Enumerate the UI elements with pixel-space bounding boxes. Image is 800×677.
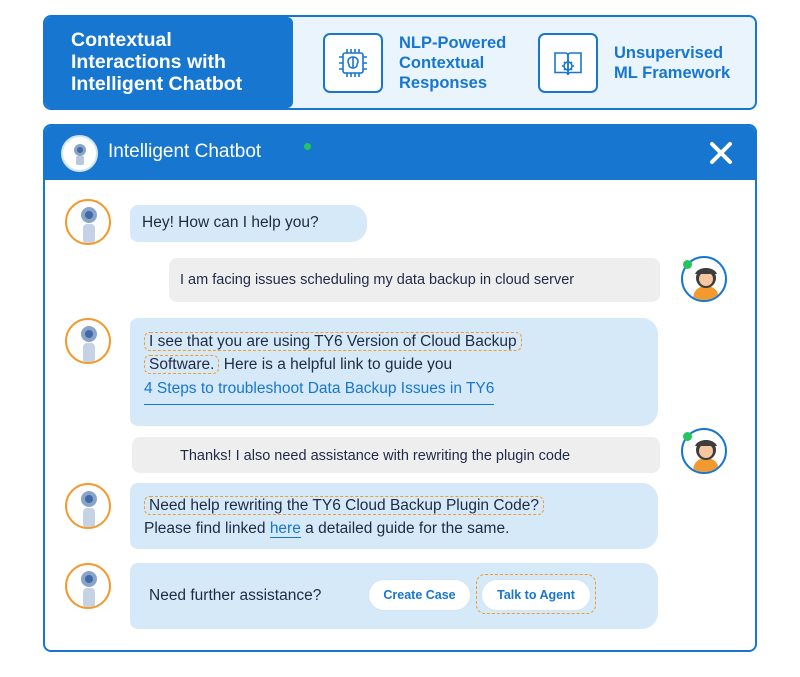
brain-chip-icon — [323, 32, 383, 93]
user-online-dot — [683, 260, 692, 269]
banner-title: Contextual Interactions with Intelligent… — [45, 17, 293, 108]
user-message-text: Thanks! I also need assistance with rewr… — [180, 448, 571, 464]
user-message: Thanks! I also need assistance with rewr… — [132, 437, 660, 473]
feature-ml-line-1: Unsupervised — [614, 43, 724, 62]
online-status-dot — [304, 143, 311, 150]
chat-window: Intelligent Chatbot Hey! How can I help … — [43, 124, 757, 652]
close-icon — [710, 142, 732, 164]
chat-header: Intelligent Chatbot — [45, 126, 755, 180]
bot-message: Need help rewriting the TY6 Cloud Backup… — [130, 483, 658, 549]
bot-avatar-icon — [65, 483, 111, 529]
bot-avatar-icon — [61, 135, 98, 172]
user-online-dot — [683, 432, 692, 441]
talk-to-agent-button[interactable]: Talk to Agent — [481, 579, 591, 611]
bot-message-text: Please find linked — [144, 520, 266, 537]
bot-message-text: a detailed guide for the same. — [305, 520, 510, 537]
feature-nlp: NLP-Powered Contextual Responses — [323, 17, 506, 108]
context-highlight: I see that you are using TY6 Version of … — [144, 332, 522, 351]
close-button[interactable] — [707, 139, 735, 167]
feature-ml: Unsupervised ML Framework — [538, 17, 730, 108]
bot-message: Hey! How can I help you? — [130, 205, 367, 242]
guide-link[interactable]: here — [269, 520, 301, 538]
gear-book-icon — [538, 32, 598, 93]
troubleshoot-link[interactable]: 4 Steps to troubleshoot Data Backup Issu… — [144, 377, 495, 405]
bot-avatar-icon — [65, 318, 111, 364]
context-highlight: Software. — [144, 355, 220, 374]
bot-message-text: Hey! How can I help you? — [142, 214, 319, 231]
feature-nlp-line-2: Contextual — [399, 53, 485, 72]
user-message: I am facing issues scheduling my data ba… — [169, 258, 660, 302]
chat-title: Intelligent Chatbot — [108, 141, 262, 162]
banner-title-line-1: Contextual — [71, 29, 172, 51]
feature-ml-line-2: ML Framework — [614, 63, 731, 82]
bot-message: I see that you are using TY6 Version of … — [130, 318, 658, 426]
feature-nlp-line-3: Responses — [399, 73, 488, 92]
feature-ml-label: Unsupervised ML Framework — [614, 43, 730, 83]
banner-title-line-3: Intelligent Chatbot — [71, 73, 243, 95]
feature-banner: Contextual Interactions with Intelligent… — [43, 15, 757, 110]
bot-avatar-icon — [65, 563, 111, 609]
bot-avatar-icon — [65, 199, 111, 245]
context-highlight: Need help rewriting the TY6 Cloud Backup… — [144, 496, 545, 515]
feature-nlp-label: NLP-Powered Contextual Responses — [399, 33, 506, 93]
banner-title-line-2: Interactions with — [71, 51, 226, 73]
feature-nlp-line-1: NLP-Powered — [399, 33, 507, 52]
user-message-text: I am facing issues scheduling my data ba… — [180, 272, 575, 288]
create-case-button[interactable]: Create Case — [368, 579, 471, 611]
bot-message-text: Here is a helpful link to guide you — [223, 356, 453, 373]
bot-message: Need further assistance? Create Case Tal… — [130, 563, 658, 629]
bot-message-text: Need further assistance? — [149, 587, 322, 604]
